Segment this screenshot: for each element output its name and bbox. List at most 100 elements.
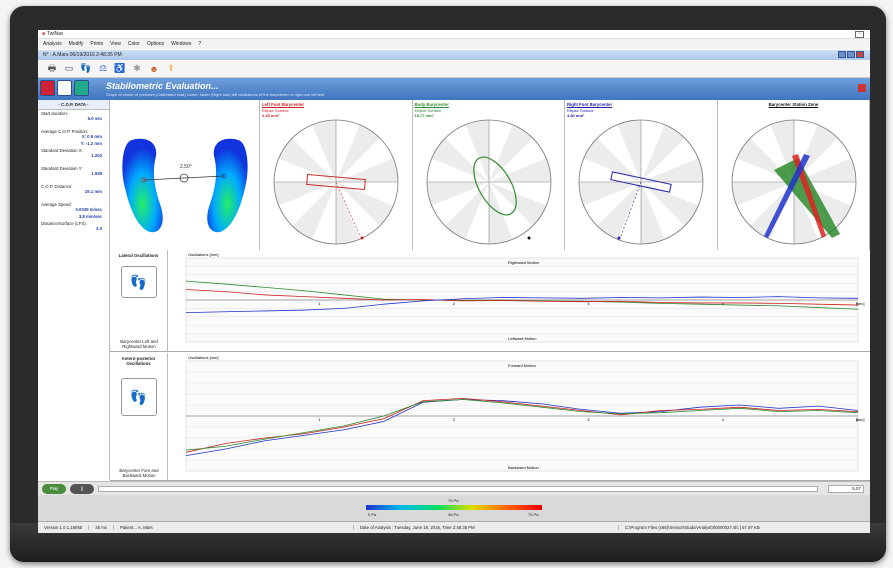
print-icon[interactable]: 🖶 (46, 63, 58, 75)
cop-data-value: 3.0 (96, 226, 102, 231)
cop-data-value: 1.202 (91, 153, 102, 158)
cop-data-row: Y: -1.2 mm (38, 140, 109, 147)
close-button[interactable] (856, 51, 864, 58)
menu-item[interactable]: Prints (90, 41, 103, 47)
stabilogram-title: Right Foot Barycenter (567, 102, 613, 107)
pause-button[interactable]: || (70, 484, 94, 494)
top-direction-label: Forward Motion (508, 363, 536, 368)
pressure-colorbar-area: 75 Pa 0 Pa 38 Pa 75 Pa (38, 495, 870, 521)
banner-close-icon[interactable] (858, 84, 866, 92)
stabilogram-title: Left Foot Barycenter (262, 102, 305, 107)
menu-item[interactable]: Color (128, 41, 140, 47)
stabilogram-title: Barycenter Station Zone (768, 102, 819, 107)
stabilogram-value: 4.25 mm² (262, 113, 280, 118)
menu-item[interactable]: Analysis (43, 41, 62, 47)
polar-target (426, 119, 551, 245)
antero-foot-label: Barycenter Fore and Backward Motion (119, 468, 159, 478)
menu-item[interactable]: Windows (171, 41, 191, 47)
pressure-colorbar (366, 505, 542, 510)
app-icon: ■ (42, 31, 46, 37)
person-icon[interactable]: ☻ (148, 63, 160, 75)
antero-legend: Antero-posterior Oscillations 👣 Barycent… (110, 353, 168, 481)
app-titlebar: ■ TwiNav ▫ (38, 30, 870, 39)
walk-icon[interactable]: ♿ (114, 63, 126, 75)
tab-eye-icon[interactable] (40, 80, 55, 96)
tab-foot-icon[interactable] (74, 80, 89, 96)
tab-chart-icon[interactable] (57, 80, 72, 96)
screen: ■ TwiNav ▫ Analysis Modify Prints View Color… (38, 30, 870, 533)
menu-item[interactable]: ? (198, 41, 201, 47)
play-button[interactable]: Play (42, 484, 66, 494)
top-direction-label: Rightward Motion (508, 260, 539, 265)
barycenter-axis (143, 175, 225, 181)
restore-button[interactable]: ▫ (855, 31, 864, 38)
cop-data-value: 0.0039 m/sec (75, 207, 102, 212)
stabilogram-value: 4.80 mm² (567, 113, 585, 118)
cop-data-row: Average Speed: 0.0039 m/sec (38, 201, 109, 213)
document-titlebar: N° : A.Mars 06/19/2016 2:48:35 PM (38, 50, 870, 60)
balance-icon[interactable]: ⚖ (97, 63, 109, 75)
status-patient: Patient... A. Mars (114, 525, 354, 530)
cop-data-value: 1.939 (91, 171, 102, 176)
right-foot-shape (207, 138, 248, 233)
stabilogram-panel: Left Foot Barycenter Ellipse Surface 4.25 … (260, 100, 413, 250)
status-date: Date of Analysis : Tuesday, June 19, 201… (354, 525, 619, 530)
menu-bar: Analysis Modify Prints View Color Options Wind… (38, 39, 870, 49)
polar-target (273, 119, 399, 245)
footprint-icon[interactable]: 👣 (80, 63, 92, 75)
lateral-oscillations: Lateral Oscillations 👣 Barycenter Left a… (110, 250, 870, 352)
app-title: TwiNav (47, 31, 64, 37)
antero-oscillations: Antero-posterior Oscillations 👣 Barycent… (110, 353, 870, 481)
x-unit-label: [sec] (856, 417, 864, 422)
lateral-title: Lateral Oscillations (118, 253, 159, 258)
stabilogram-panel: Body Barycenter Ellipse Surface 19.77 mm² (412, 100, 565, 250)
lateral-foot-label: Barycenter Left and Rightward Motion (120, 339, 158, 349)
colorbar-max: 75 Pa (448, 498, 459, 503)
monitor-icon[interactable]: ▭ (63, 63, 75, 75)
maximize-button[interactable] (847, 51, 855, 58)
cop-data-header: - C.O.P. DATA - (38, 100, 109, 110)
minimize-button[interactable] (838, 51, 846, 58)
settings-icon[interactable]: ✱ (131, 63, 143, 75)
export-icon[interactable]: ⇪ (165, 63, 177, 75)
foot-pressure-map: 2.50° (122, 138, 248, 233)
lateral-chart: 1 2 3 4 5[sec]Oscillations [mm]Rightward Mot… (185, 252, 864, 343)
colorbar-end: 75 Pa (528, 512, 539, 517)
menu-item[interactable]: Modify (69, 41, 84, 47)
cop-data-value: 19.1 mm (84, 189, 102, 194)
cop-data-row: Distance/Surface (LFS): 3.0 (38, 220, 109, 232)
cop-data-row: Standard Deviation Y: 1.939 (38, 165, 109, 177)
cop-data-value: Y: -1.2 mm (80, 141, 102, 146)
banner-subtitle: Graph of center of pressure (Calibrated … (106, 92, 325, 97)
cop-data-value: 5.0 sec (87, 116, 102, 121)
menu-item[interactable]: Options (147, 41, 164, 47)
status-ms: 35 ms (89, 525, 114, 530)
stabilogram-title: Body Barycenter (414, 102, 449, 107)
cop-data-value: 3.8 mm/sec (78, 214, 102, 219)
status-bar: Version 1.0.1.19055 35 ms Patient... A. … (38, 521, 870, 533)
time-readout: 5.07 (828, 485, 864, 493)
playback-bar: Play || 5.07 (38, 481, 870, 495)
bottom-direction-label: Backward Motion (508, 465, 539, 470)
y-axis-label: Oscillations [mm] (188, 355, 218, 360)
cop-data-row: Start duration: 5.0 sec (38, 110, 109, 122)
cop-data-row: Average C.O.P. Position: X: 0.5 mm (38, 128, 109, 140)
banner-title: Stabilometric Evaluation... (106, 81, 219, 91)
left-foot-shape (122, 138, 163, 233)
foot-pressure-panel: 2.50° (110, 100, 260, 250)
colorbar-min: 0 Pa (368, 512, 377, 517)
cop-data-value: X: 0.5 mm (81, 134, 102, 139)
sway-endpoint (617, 236, 621, 240)
menu-item[interactable]: View (110, 41, 121, 47)
sway-endpoint (527, 236, 530, 240)
antero-title: Antero-posterior Oscillations (121, 356, 156, 366)
lateral-legend: Lateral Oscillations 👣 Barycenter Left a… (110, 250, 168, 352)
timeline-scrollbar[interactable] (98, 486, 818, 492)
toolbar: 🖶 ▭ 👣 ⚖ ♿ ✱ ☻ ⇪ (38, 60, 870, 78)
status-version: Version 1.0.1.19055 (38, 525, 90, 530)
stabilogram-panel: Barycenter Station Zone (717, 100, 870, 250)
stabilogram-value: 19.77 mm² (414, 113, 435, 118)
polar-target (731, 119, 856, 245)
polar-target (578, 119, 704, 245)
document-caption: N° : A.Mars 06/19/2016 2:48:35 PM (43, 52, 122, 58)
